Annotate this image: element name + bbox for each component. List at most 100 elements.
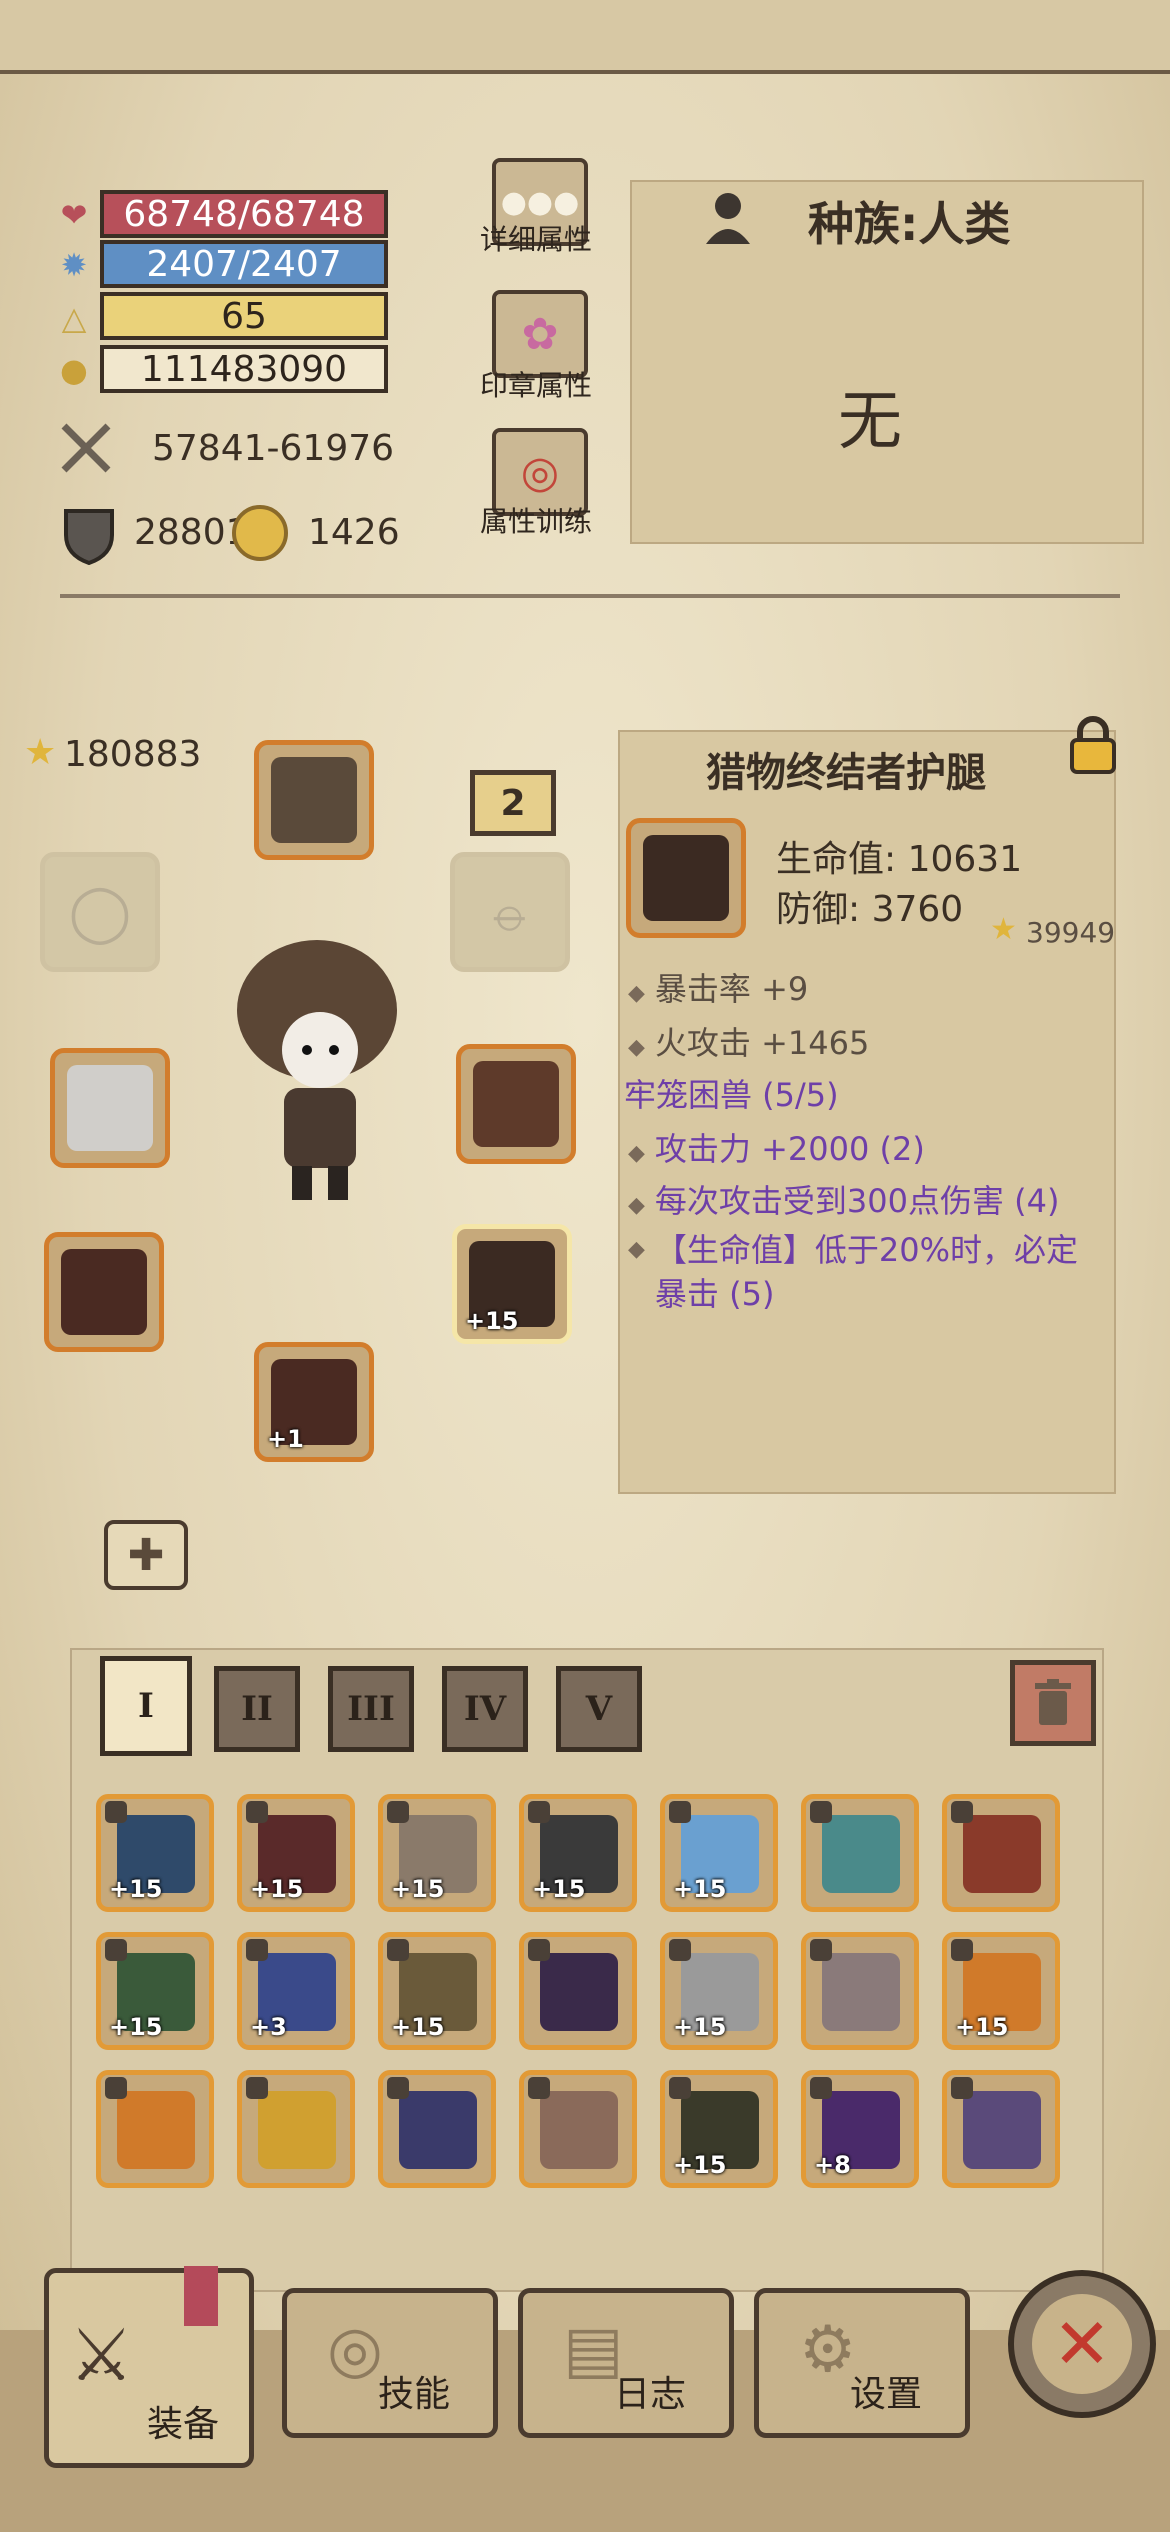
flower-icon: ✿ (521, 308, 559, 360)
mp-bar: 2407/2407 (100, 240, 388, 288)
heart-icon: ❤ (60, 196, 88, 234)
legs-plus: +15 (465, 1307, 519, 1335)
item-plus-level: +3 (250, 2013, 287, 2041)
inventory-item[interactable]: +15 (96, 1794, 214, 1912)
gold-bar: 111483090 (100, 345, 388, 393)
shield-icon (62, 505, 116, 566)
top-strip (0, 0, 1170, 74)
tab-4[interactable]: IV (442, 1666, 528, 1752)
item-plus-level: +15 (391, 1875, 445, 1903)
set-bonus-2-text: 每次攻击受到300点伤害 (4) (654, 1182, 1060, 1220)
item-art (822, 1815, 900, 1893)
skill-icon: ◎ (327, 2313, 383, 2387)
armor-slot[interactable] (456, 1044, 576, 1164)
inventory-item[interactable]: +3 (237, 1932, 355, 2050)
item-lock-icon (669, 1939, 691, 1961)
set-bonus-3: ◆ 【生命值】低于20%时，必定暴击 (5) (628, 1228, 1088, 1316)
item-attr-crit: ◆ 暴击率 +9 (628, 970, 809, 1008)
log-tab-label: 日志 (613, 2374, 686, 2415)
item-lock-icon (387, 1939, 409, 1961)
weapon-slot[interactable] (50, 1048, 170, 1168)
seal-stats-label: 印章属性 (479, 369, 592, 402)
equip-tab-button[interactable]: ⚔ 装备 (44, 2268, 254, 2468)
trash-button[interactable] (1010, 1660, 1096, 1746)
axe-icon: ⚔ (69, 2313, 134, 2397)
legs-slot-selected[interactable]: +15 (452, 1224, 572, 1344)
race-title: 种族:人类 (808, 197, 1011, 251)
gear-icon: ⚙ (799, 2313, 857, 2387)
close-button[interactable]: ✕ (1008, 2270, 1156, 2418)
settings-tab-button[interactable]: ⚙ 设置 (754, 2288, 970, 2438)
gold-icon: ● (60, 351, 88, 389)
inventory-item[interactable] (801, 1794, 919, 1912)
level-bar: 65 (100, 292, 388, 340)
inventory-item[interactable] (519, 1932, 637, 2050)
ring-slot-empty[interactable]: ◯ (40, 852, 160, 972)
lock-icon[interactable] (1068, 716, 1118, 776)
inventory-item[interactable] (237, 2070, 355, 2188)
tab-1[interactable]: I (100, 1656, 192, 1756)
log-tab-button[interactable]: ▤ 日志 (518, 2288, 734, 2438)
character-avatar (222, 920, 412, 1210)
item-plus-level: +15 (250, 1875, 304, 1903)
inventory-item[interactable] (378, 2070, 496, 2188)
item-plus-level: +15 (673, 2013, 727, 2041)
power-score: 180883 (64, 734, 202, 775)
inventory-item[interactable] (942, 2070, 1060, 2188)
inventory-item[interactable]: +15 (96, 1932, 214, 2050)
item-lock-icon (669, 1801, 691, 1823)
plus-cross-icon: ✚ (127, 1529, 165, 1581)
page-badge[interactable]: 2 (470, 770, 556, 836)
item-lock-icon (810, 1939, 832, 1961)
inventory-item[interactable] (942, 1794, 1060, 1912)
item-plus-level: +15 (109, 1875, 163, 1903)
inventory-item[interactable]: +15 (237, 1794, 355, 1912)
tab-5[interactable]: V (556, 1666, 642, 1752)
item-lock-icon (105, 1939, 127, 1961)
tab-2[interactable]: II (214, 1666, 300, 1752)
energy-icon (232, 505, 288, 561)
skill-tab-button[interactable]: ◎ 技能 (282, 2288, 498, 2438)
inventory-item[interactable]: +15 (378, 1932, 496, 2050)
expand-button[interactable]: ✚ (104, 1520, 188, 1590)
item-detail-icon (626, 818, 746, 938)
inventory-item[interactable]: +15 (660, 1794, 778, 1912)
tab-3[interactable]: III (328, 1666, 414, 1752)
bookmark-icon (184, 2266, 218, 2326)
gloves-slot[interactable] (44, 1232, 164, 1352)
item-lock-icon (246, 2077, 268, 2099)
item-lock-icon (951, 2077, 973, 2099)
trash-icon (1035, 1679, 1071, 1725)
item-attr-fire-text: 火攻击 +1465 (654, 1024, 870, 1062)
boots-slot[interactable]: +1 (254, 1342, 374, 1462)
settings-tab-label: 设置 (849, 2374, 922, 2415)
inventory-item[interactable]: +15 (378, 1794, 496, 1912)
mana-icon: ✹ (60, 246, 88, 284)
inventory-item[interactable]: +15 (942, 1932, 1060, 2050)
item-name: 猎物终结者护腿 (706, 750, 986, 796)
item-plus-level: +8 (814, 2151, 851, 2179)
ring-icon: ◯ (68, 879, 132, 945)
amulet-slot-empty[interactable]: ⦵ (450, 852, 570, 972)
inventory-item[interactable] (96, 2070, 214, 2188)
inventory-item[interactable] (801, 1932, 919, 2050)
crossed-swords-icon (58, 420, 114, 476)
level-icon: △ (61, 299, 87, 337)
item-lock-icon (810, 2077, 832, 2099)
inventory-item[interactable]: +8 (801, 2070, 919, 2188)
detail-stats-label: 详细属性 (479, 223, 592, 256)
energy-value: 1426 (308, 512, 400, 553)
inventory-item[interactable]: +15 (660, 1932, 778, 2050)
star-icon: ★ (24, 732, 57, 773)
item-lock-icon (951, 1801, 973, 1823)
amulet-icon: ⦵ (486, 879, 534, 944)
helmet-slot[interactable] (254, 740, 374, 860)
item-art (540, 2091, 618, 2169)
inventory-item[interactable]: +15 (660, 2070, 778, 2188)
item-lock-icon (528, 1801, 550, 1823)
inventory-item[interactable] (519, 2070, 637, 2188)
item-lock-icon (387, 1801, 409, 1823)
item-lock-icon (951, 1939, 973, 1961)
inventory-item[interactable]: +15 (519, 1794, 637, 1912)
item-art (399, 2091, 477, 2169)
